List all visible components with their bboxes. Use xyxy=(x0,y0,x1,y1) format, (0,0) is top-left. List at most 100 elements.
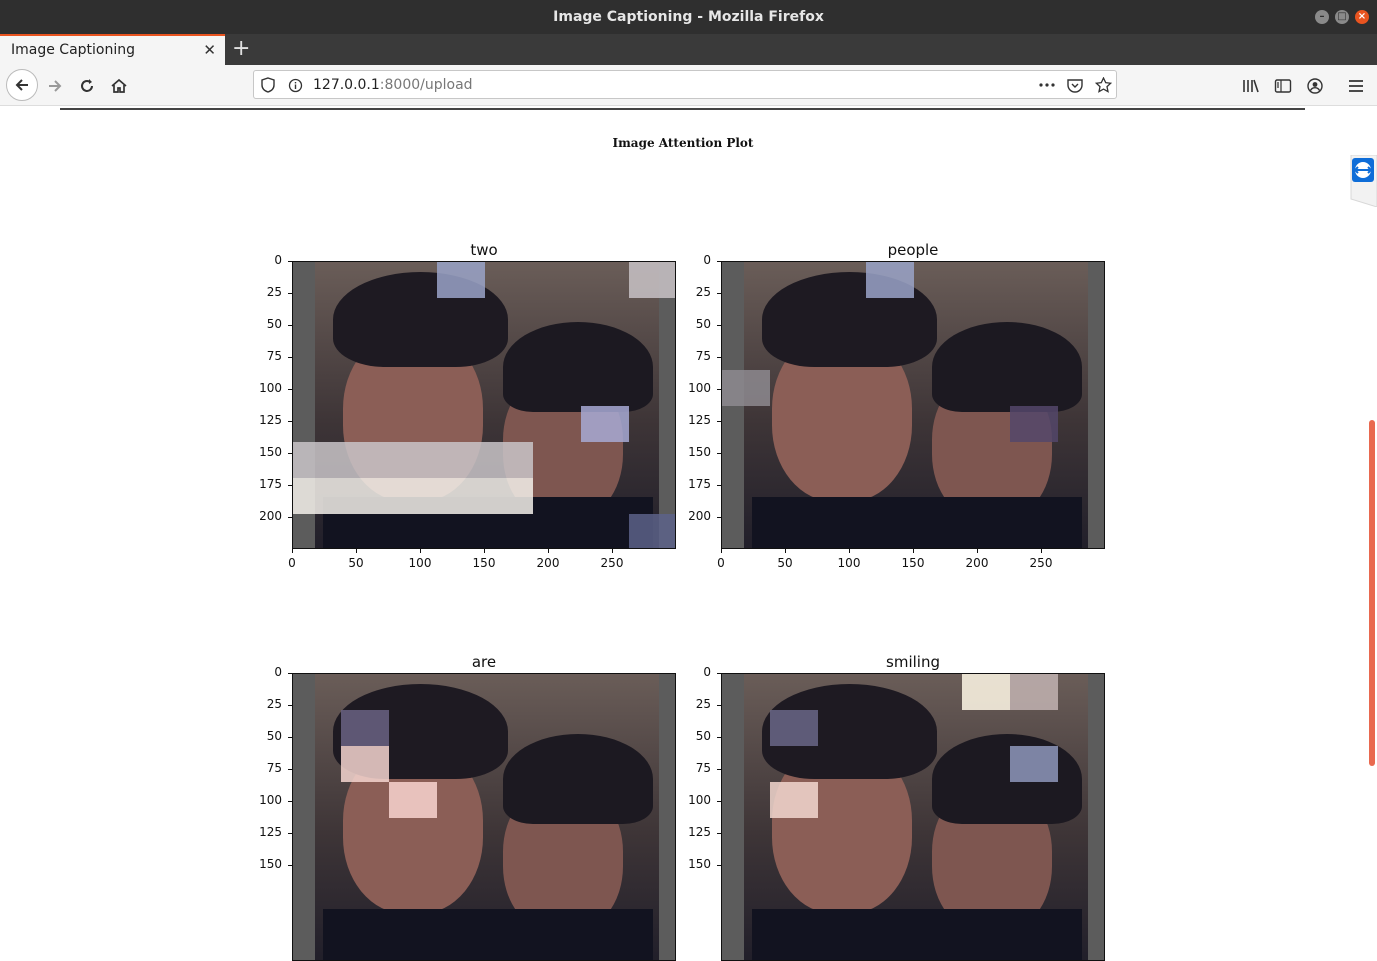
y-tick-label: 100 xyxy=(688,793,711,807)
attention-image xyxy=(292,261,676,549)
y-tick-label: 125 xyxy=(688,413,711,427)
more-icon[interactable] xyxy=(1038,76,1056,94)
x-tick-label: 50 xyxy=(348,556,364,570)
info-icon[interactable] xyxy=(286,76,304,94)
y-tick-mark xyxy=(288,293,292,294)
y-tick-mark xyxy=(717,705,721,706)
library-icon[interactable] xyxy=(1236,71,1266,101)
y-tick-mark xyxy=(717,833,721,834)
y-tick-mark xyxy=(717,865,721,866)
y-tick-mark xyxy=(717,485,721,486)
y-tick-mark xyxy=(717,421,721,422)
attention-plot-are: are 0 25 50 75 100 125 150 xyxy=(259,653,676,961)
y-tick-label: 0 xyxy=(703,665,711,679)
shield-icon[interactable] xyxy=(259,76,277,94)
y-tick-mark xyxy=(717,517,721,518)
y-tick-label: 200 xyxy=(688,509,711,523)
y-tick-label: 175 xyxy=(688,477,711,491)
x-tick-label: 250 xyxy=(600,556,624,570)
y-tick-label: 50 xyxy=(266,729,282,743)
y-tick-mark xyxy=(288,769,292,770)
back-arrow-icon[interactable] xyxy=(6,69,38,101)
close-window-button[interactable]: × xyxy=(1355,10,1369,24)
x-tick-label: 100 xyxy=(837,556,861,570)
minimize-button[interactable]: – xyxy=(1315,10,1329,24)
attention-patch xyxy=(1010,746,1058,782)
y-tick-mark xyxy=(717,673,721,674)
y-tick-mark xyxy=(288,421,292,422)
attention-patch xyxy=(437,262,485,298)
y-tick-mark xyxy=(717,293,721,294)
x-tick-label: 0 xyxy=(717,556,725,570)
y-tick-label: 75 xyxy=(695,761,711,775)
x-tick-label: 250 xyxy=(1029,556,1053,570)
x-tick-mark xyxy=(849,549,850,553)
attention-patch xyxy=(1010,406,1058,442)
scrollbar-thumb[interactable] xyxy=(1369,420,1375,766)
attention-patch xyxy=(293,442,533,478)
maximize-button[interactable]: □ xyxy=(1335,10,1349,24)
teamviewer-icon[interactable] xyxy=(1349,154,1377,208)
left-edge-bar xyxy=(293,674,315,960)
x-tick-label: 150 xyxy=(472,556,496,570)
y-tick-label: 25 xyxy=(695,285,711,299)
attention-image xyxy=(721,673,1105,961)
y-tick-label: 150 xyxy=(259,445,282,459)
hair-right xyxy=(503,734,653,824)
y-tick-label: 25 xyxy=(695,697,711,711)
attention-patch xyxy=(770,782,818,818)
shirt xyxy=(752,497,1082,548)
x-tick-label: 0 xyxy=(288,556,296,570)
star-icon[interactable] xyxy=(1094,76,1112,94)
x-tick-mark xyxy=(913,549,914,553)
y-tick-label: 125 xyxy=(688,825,711,839)
x-tick-mark xyxy=(356,549,357,553)
new-tab-button[interactable]: + xyxy=(232,37,250,61)
attention-patch xyxy=(293,478,533,514)
shirt xyxy=(752,909,1082,960)
menu-icon[interactable] xyxy=(1341,71,1371,101)
right-edge-bar xyxy=(659,674,675,960)
x-tick-mark xyxy=(292,549,293,553)
close-tab-icon[interactable]: ✕ xyxy=(203,41,216,59)
attention-image xyxy=(292,673,676,961)
x-tick-label: 200 xyxy=(965,556,989,570)
url-text[interactable]: 127.0.0.1:8000/upload xyxy=(313,77,473,93)
y-tick-mark xyxy=(717,357,721,358)
reload-icon[interactable] xyxy=(72,71,102,101)
y-tick-label: 150 xyxy=(259,857,282,871)
x-tick-mark xyxy=(612,549,613,553)
x-tick-label: 100 xyxy=(408,556,432,570)
address-bar[interactable]: 127.0.0.1:8000/upload xyxy=(253,70,1117,99)
account-icon[interactable] xyxy=(1300,71,1330,101)
y-tick-mark xyxy=(717,261,721,262)
attention-plot-people: people 0 25 50 75 100 125 150 175 200 0 50 100 150 20… xyxy=(688,241,1105,570)
window-title: Image Captioning - Mozilla Firefox xyxy=(553,9,824,25)
y-tick-label: 125 xyxy=(259,825,282,839)
y-tick-label: 0 xyxy=(274,253,282,267)
y-tick-mark xyxy=(288,357,292,358)
attention-patch xyxy=(722,370,770,406)
forward-arrow-icon[interactable] xyxy=(40,71,70,101)
y-tick-mark xyxy=(717,325,721,326)
plot-word-title: smiling xyxy=(886,653,940,671)
y-tick-mark xyxy=(288,485,292,486)
x-tick-mark xyxy=(721,549,722,553)
y-tick-label: 75 xyxy=(266,349,282,363)
y-tick-label: 100 xyxy=(259,793,282,807)
hair-right xyxy=(503,322,653,412)
y-tick-label: 50 xyxy=(695,729,711,743)
y-tick-mark xyxy=(288,389,292,390)
home-icon[interactable] xyxy=(104,71,134,101)
pocket-icon[interactable] xyxy=(1066,76,1084,94)
x-tick-mark xyxy=(420,549,421,553)
y-tick-mark xyxy=(717,801,721,802)
tab-image-captioning[interactable]: Image Captioning ✕ xyxy=(0,34,225,65)
attention-patch xyxy=(962,674,1010,710)
y-tick-label: 25 xyxy=(266,285,282,299)
attention-patch xyxy=(341,710,389,746)
navigation-toolbar: 127.0.0.1:8000/upload xyxy=(0,65,1377,106)
horizontal-rule xyxy=(60,108,1305,110)
sidebar-icon[interactable] xyxy=(1268,71,1298,101)
y-tick-label: 100 xyxy=(259,381,282,395)
